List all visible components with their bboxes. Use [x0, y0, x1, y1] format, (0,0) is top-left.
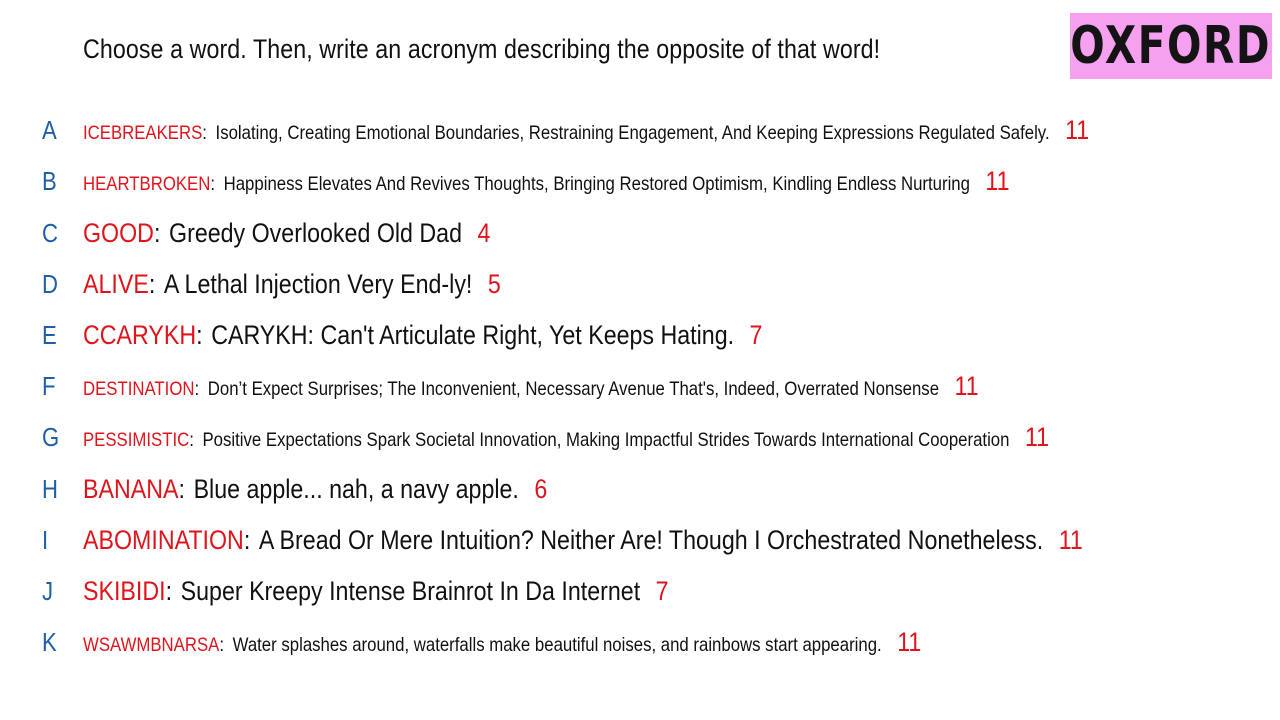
separator-colon: :: [189, 428, 194, 451]
row-letter: K: [42, 626, 57, 657]
word-label: SKIBIDI: [83, 575, 166, 606]
row-letter: C: [42, 217, 58, 248]
row-content: CCARYKH: CARYKH: Can't Articulate Right, …: [83, 320, 762, 351]
acronym-definition: Don’t Expect Surprises; The Inconvenient…: [207, 377, 940, 400]
letter-count: 5: [487, 268, 501, 299]
list-item: F DESTINATION: Don’t Expect Surprises; The…: [0, 366, 1280, 406]
separator-colon: :: [219, 633, 225, 656]
letter-count: 7: [655, 575, 669, 606]
letter-count: 11: [1024, 421, 1050, 452]
letter-count: 4: [477, 217, 491, 248]
row-letter: B: [42, 165, 57, 196]
row-content: GOOD: Greedy Overlooked Old Dad 4: [83, 218, 490, 249]
letter-count: 11: [897, 626, 922, 657]
acronym-definition: CARYKH: Can't Articulate Right, Yet Keep…: [211, 319, 735, 350]
row-letter: E: [42, 319, 57, 350]
row-letter: A: [42, 114, 57, 145]
separator-colon: :: [165, 575, 173, 606]
letter-count: 6: [534, 473, 548, 504]
word-label: ALIVE: [83, 268, 149, 299]
word-label: BANANA: [83, 473, 179, 504]
acronym-definition: Water splashes around, waterfalls make b…: [232, 633, 882, 656]
row-letter: H: [42, 473, 58, 504]
acronym-definition: Super Kreepy Intense Brainrot In Da Inte…: [180, 575, 641, 606]
row-content: PESSIMISTIC: Positive Expectations Spark …: [83, 422, 1049, 453]
list-item: G PESSIMISTIC: Positive Expectations Spark…: [0, 417, 1280, 457]
row-content: SKIBIDI: Super Kreepy Intense Brainrot In…: [83, 576, 669, 607]
separator-colon: :: [194, 377, 200, 400]
row-content: DESTINATION: Don’t Expect Surprises; The …: [83, 371, 979, 402]
row-content: HEARTBROKEN: Happiness Elevates And Reviv…: [83, 166, 1010, 197]
separator-colon: :: [178, 473, 185, 504]
separator-colon: :: [153, 217, 161, 248]
acronym-definition: Isolating, Creating Emotional Boundaries…: [215, 121, 1050, 144]
list-item: D ALIVE: A Lethal Injection Very End-ly! 5: [0, 264, 1280, 304]
row-letter: F: [42, 370, 56, 401]
separator-colon: :: [243, 524, 251, 555]
word-label: PESSIMISTIC: [83, 428, 190, 451]
row-content: ALIVE: A Lethal Injection Very End-ly! 5: [83, 269, 501, 300]
letter-count: 11: [1065, 114, 1090, 145]
row-content: ABOMINATION: A Bread Or Mere Intuition? N…: [83, 525, 1083, 556]
list-item: B HEARTBROKEN: Happiness Elevates And Revi…: [0, 161, 1280, 201]
acronym-definition: Greedy Overlooked Old Dad: [169, 217, 463, 248]
acronym-definition: Happiness Elevates And Revives Thoughts,…: [223, 172, 970, 195]
row-letter: I: [42, 524, 49, 555]
letter-count: 11: [985, 165, 1010, 196]
word-label: CCARYKH: [83, 319, 197, 350]
list-item: C GOOD: Greedy Overlooked Old Dad 4: [0, 213, 1280, 253]
list-item: H BANANA: Blue apple... nah, a navy apple.…: [0, 469, 1280, 509]
separator-colon: :: [196, 319, 203, 350]
word-label: ICEBREAKERS: [83, 121, 203, 144]
row-content: ICEBREAKERS: Isolating, Creating Emotiona…: [83, 115, 1089, 146]
row-content: WSAWMBNARSA: Water splashes around, water…: [83, 627, 921, 658]
acronym-definition: Blue apple... nah, a navy apple.: [193, 473, 519, 504]
row-letter: J: [42, 575, 54, 606]
row-letter: D: [42, 268, 58, 299]
letter-count: 7: [749, 319, 763, 350]
list-item: K WSAWMBNARSA: Water splashes around, wate…: [0, 622, 1280, 662]
letter-count: 11: [954, 370, 979, 401]
letter-count: 11: [1058, 524, 1083, 555]
list-item: A ICEBREAKERS: Isolating, Creating Emotion…: [0, 110, 1280, 150]
row-letter: G: [42, 421, 60, 452]
acronym-definition: Positive Expectations Spark Societal Inn…: [202, 428, 1010, 451]
word-label: ABOMINATION: [83, 524, 244, 555]
brand-badge: OXFORD: [1070, 13, 1272, 79]
acronym-definition: A Lethal Injection Very End-ly!: [163, 268, 473, 299]
separator-colon: :: [202, 121, 207, 144]
word-label: GOOD: [83, 217, 154, 248]
word-label: WSAWMBNARSA: [83, 633, 220, 656]
separator-colon: :: [210, 172, 216, 195]
list-item: E CCARYKH: CARYKH: Can't Articulate Right,…: [0, 315, 1280, 355]
word-label: DESTINATION: [83, 377, 195, 400]
list-item: I ABOMINATION: A Bread Or Mere Intuition? …: [0, 520, 1280, 560]
acronym-definition: A Bread Or Mere Intuition? Neither Are! …: [258, 524, 1044, 555]
word-label: HEARTBROKEN: [83, 172, 211, 195]
list-item: J SKIBIDI: Super Kreepy Intense Brainrot I…: [0, 571, 1280, 611]
row-content: BANANA: Blue apple... nah, a navy apple. 6: [83, 474, 547, 505]
prompt-heading: Choose a word. Then, write an acronym de…: [83, 34, 881, 64]
brand-label: OXFORD: [1070, 16, 1272, 76]
separator-colon: :: [148, 268, 156, 299]
